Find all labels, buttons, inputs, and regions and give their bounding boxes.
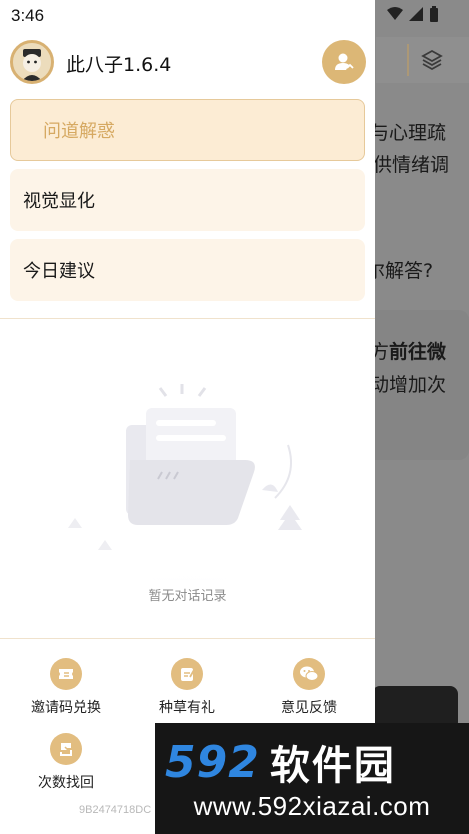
divider	[0, 318, 375, 319]
side-drawer: 3:46 此八子1.6.4 问道解惑 视觉显化 今日建议 暂无对话记录 邀请码兑…	[0, 0, 375, 834]
menu-item-daily-advice[interactable]: 今日建议	[10, 239, 365, 301]
edit-note-icon	[171, 658, 203, 690]
status-time: 3:46	[11, 6, 45, 25]
background-text-line: 方前往微	[370, 337, 446, 364]
status-icons	[387, 6, 439, 26]
recommend-gift-label: 种草有礼	[159, 700, 215, 716]
wifi-icon	[387, 7, 403, 25]
layers-icon[interactable]	[421, 49, 443, 71]
recommend-gift-button[interactable]: 种草有礼	[137, 658, 237, 728]
background-text-line: 供情绪调	[373, 154, 450, 176]
feedback-button[interactable]: 意见反馈	[259, 658, 359, 728]
app-title: 此八子1.6.4	[66, 54, 172, 76]
ticket-icon	[50, 658, 82, 690]
background-text-line: 动增加次	[370, 374, 447, 396]
watermark-logo: 592 软件园	[155, 736, 469, 790]
recover-icon	[50, 733, 82, 765]
drawer-header: 此八子1.6.4	[0, 38, 375, 88]
signal-icon	[409, 7, 423, 25]
battery-icon	[429, 6, 439, 26]
feedback-label: 意见反馈	[281, 700, 337, 716]
watermark-name: 软件园	[269, 743, 396, 789]
user-icon	[335, 53, 354, 70]
watermark-number: 592	[165, 736, 260, 788]
watermark-url: www.592xiazai.com	[193, 791, 431, 821]
background-text-bold: 前往微	[389, 341, 447, 363]
avatar[interactable]	[10, 40, 54, 84]
empty-folder-illustration	[40, 380, 370, 645]
recover-count-button[interactable]: 次数找回	[16, 733, 116, 803]
background-divider	[407, 44, 409, 76]
version-code: 9B2474718DC	[79, 804, 152, 816]
menu-item-visual[interactable]: 视觉显化	[10, 169, 365, 231]
divider	[0, 638, 375, 639]
background-text-line: 与心理疏	[370, 122, 447, 144]
background-text-line: 尔解答?	[366, 260, 434, 282]
invite-code-label: 邀请码兑换	[31, 700, 101, 716]
profile-button[interactable]	[322, 40, 366, 84]
monk-avatar-icon	[13, 43, 51, 81]
recover-count-label: 次数找回	[38, 775, 94, 791]
menu-item-wendao[interactable]: 问道解惑	[10, 99, 365, 161]
screen: 与心理疏 供情绪调 尔解答? 方前往微 动增加次 3:46 此八子1.6.4 问…	[0, 0, 469, 834]
invite-code-button[interactable]: 邀请码兑换	[16, 658, 116, 728]
wechat-icon	[293, 658, 325, 690]
site-watermark: 592 软件园 www.592xiazai.com	[155, 723, 469, 834]
empty-state-text: 暂无对话记录	[148, 589, 227, 604]
